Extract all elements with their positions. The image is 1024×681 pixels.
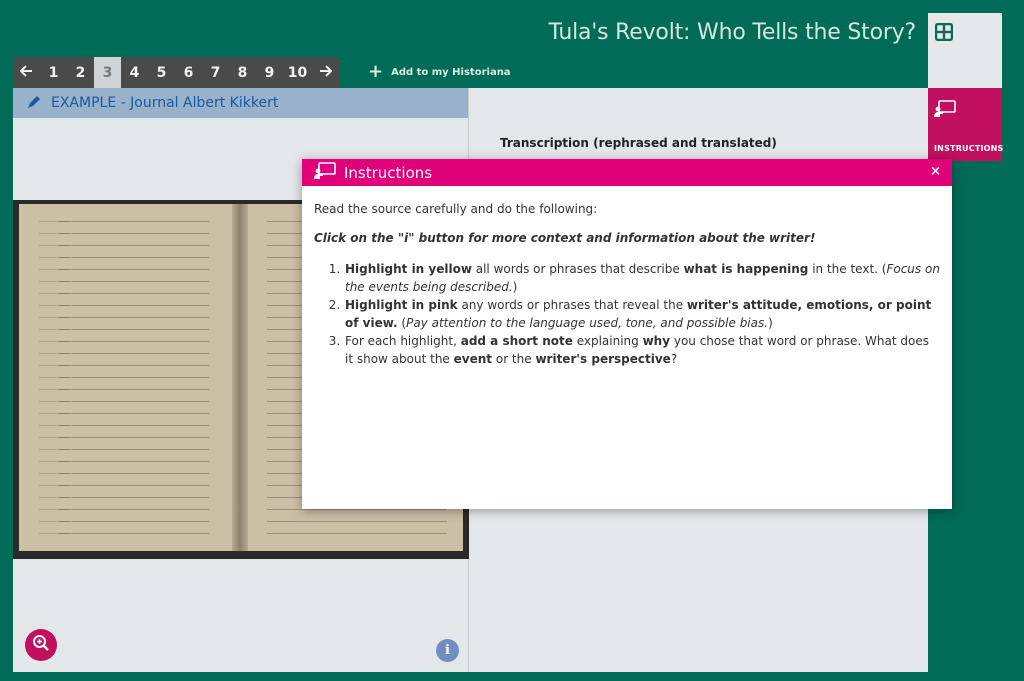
page-button-2[interactable]: 2 — [67, 57, 94, 88]
page-button-9[interactable]: 9 — [256, 57, 283, 88]
grid-icon — [934, 22, 954, 45]
modal-body: Read the source carefully and do the fol… — [302, 186, 952, 368]
tab-instructions-label: INSTRUCTIONS — [934, 144, 1004, 153]
modal-hint: Click on the "i" button for more context… — [314, 231, 816, 245]
page-title: Tula's Revolt: Who Tells the Story? — [548, 20, 916, 45]
presentation-icon — [314, 161, 336, 184]
page-button-1[interactable]: 1 — [40, 57, 67, 88]
page-button-10[interactable]: 10 — [283, 57, 312, 88]
plus-icon: + — [368, 61, 384, 82]
add-to-historiana-button[interactable]: + Add to my Historiana — [368, 62, 511, 82]
modal-title: Instructions — [344, 163, 433, 182]
presentation-icon — [934, 100, 1002, 122]
page-pager: 1 2 3 4 5 6 7 8 9 10 — [13, 57, 339, 88]
arrow-right-icon — [319, 64, 333, 81]
modal-intro: Read the source carefully and do the fol… — [314, 202, 598, 216]
instructions-modal: Instructions × Read the source carefully… — [302, 159, 952, 509]
zoom-in-icon — [32, 634, 50, 656]
list-item: For each highlight, add a short note exp… — [344, 332, 940, 368]
instruction-list: Highlight in yellow all words or phrases… — [314, 260, 940, 368]
page-button-5[interactable]: 5 — [148, 57, 175, 88]
list-item: Highlight in yellow all words or phrases… — [344, 260, 940, 296]
info-button[interactable]: i — [436, 639, 459, 662]
transcription-title: Transcription (rephrased and translated) — [500, 136, 777, 150]
close-icon[interactable]: × — [930, 164, 941, 179]
right-tabs: INSTRUCTIONS — [928, 13, 1004, 161]
list-item: Highlight in pink any words or phrases t… — [344, 296, 940, 332]
page-button-6[interactable]: 6 — [175, 57, 202, 88]
page-button-8[interactable]: 8 — [229, 57, 256, 88]
source-title: EXAMPLE - Journal Albert Kikkert — [51, 95, 279, 111]
page-button-3[interactable]: 3 — [94, 57, 121, 88]
add-to-historiana-label: Add to my Historiana — [391, 66, 511, 78]
prev-page-button[interactable] — [13, 57, 40, 88]
page-button-7[interactable]: 7 — [202, 57, 229, 88]
tab-overview[interactable] — [928, 13, 1002, 88]
page-button-4[interactable]: 4 — [121, 57, 148, 88]
source-header: EXAMPLE - Journal Albert Kikkert — [13, 88, 468, 118]
pencil-icon — [27, 94, 42, 113]
modal-header: Instructions × — [302, 159, 952, 186]
zoom-button[interactable] — [25, 629, 57, 661]
arrow-left-icon — [19, 64, 33, 81]
next-page-button[interactable] — [312, 57, 339, 88]
tab-instructions[interactable]: INSTRUCTIONS — [928, 88, 1004, 161]
